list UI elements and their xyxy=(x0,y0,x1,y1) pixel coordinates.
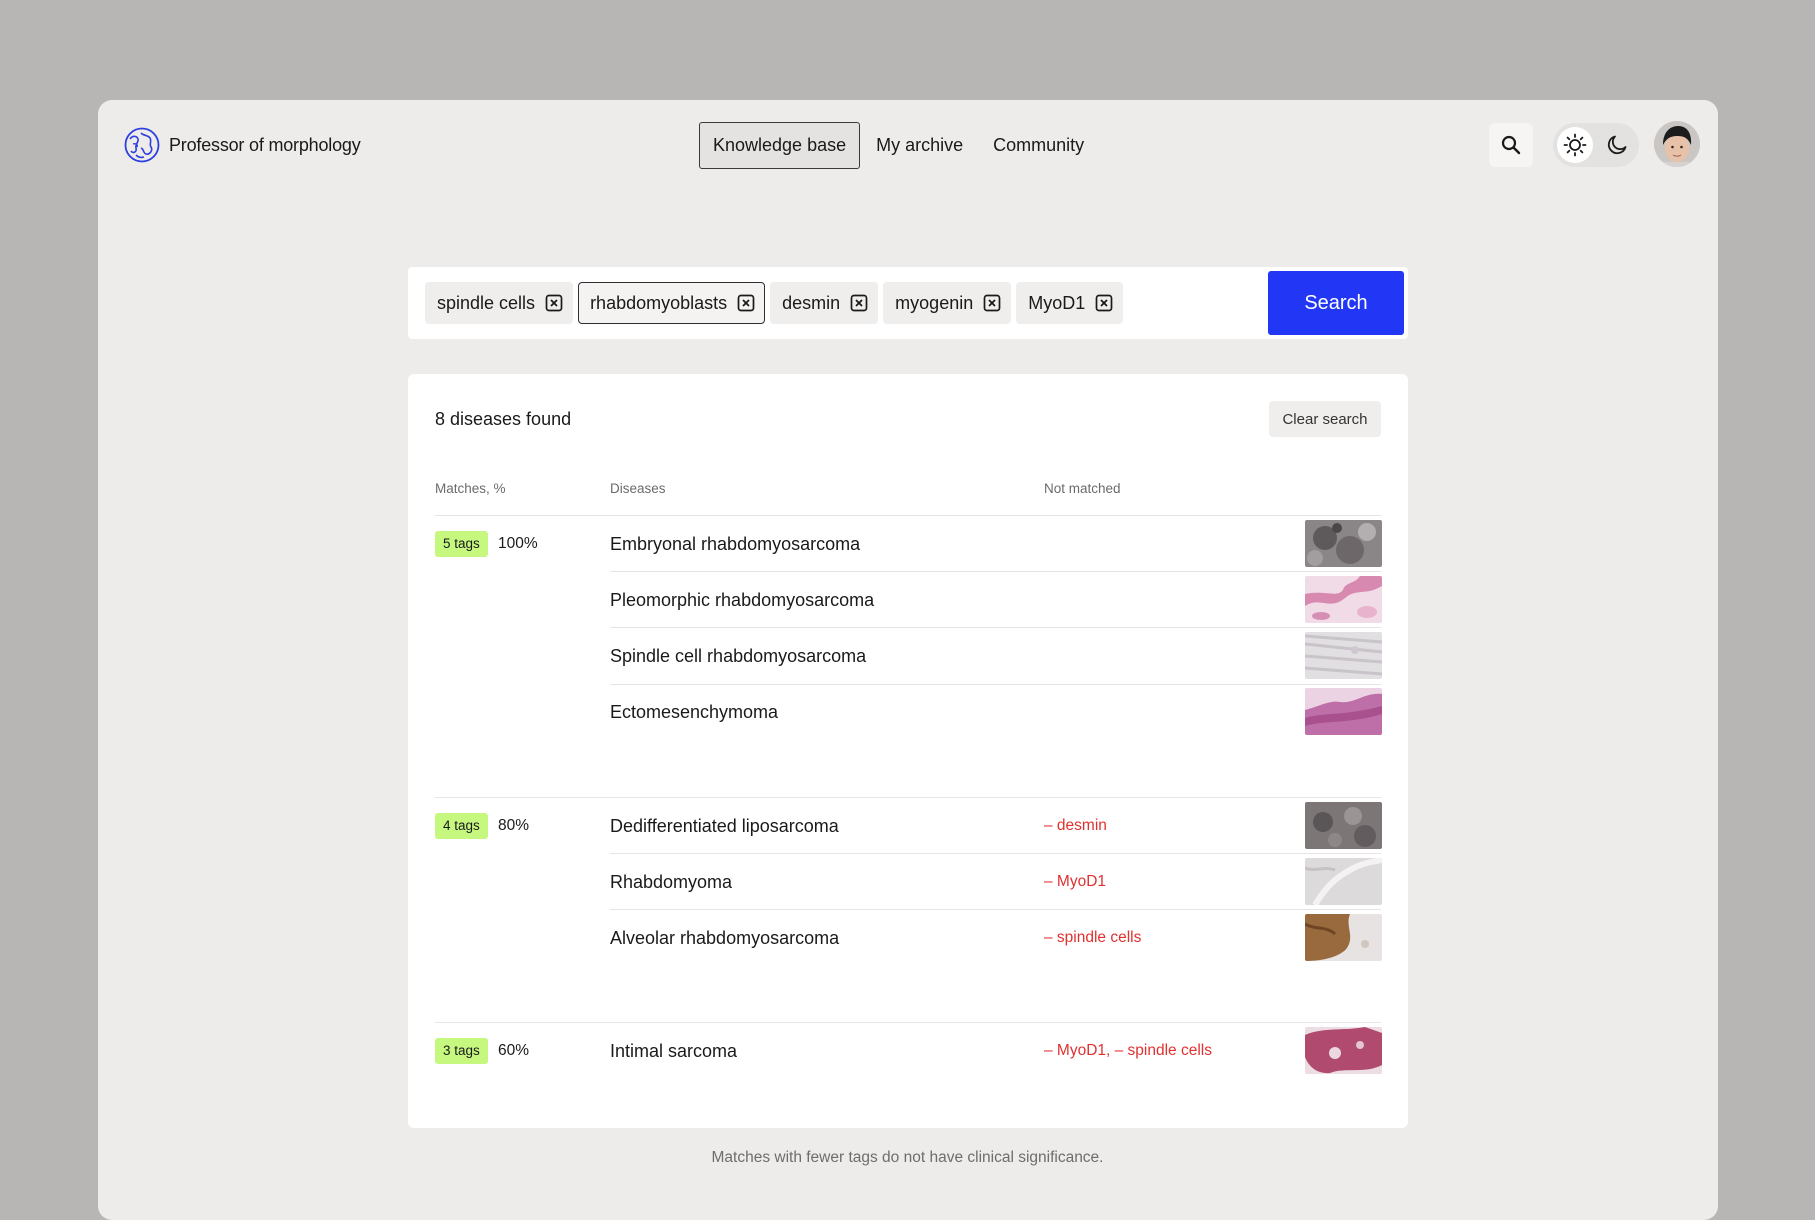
search-tag[interactable]: desmin xyxy=(770,282,879,324)
globe-logo-icon xyxy=(124,127,160,163)
divider xyxy=(610,627,1381,628)
divider xyxy=(610,571,1381,572)
divider xyxy=(435,797,1381,798)
close-box-icon[interactable] xyxy=(983,294,1001,312)
main-nav: Knowledge base My archive Community xyxy=(699,122,1100,169)
tag-search-bar[interactable]: spindle cells rhabdomyoblasts desmin myo… xyxy=(408,267,1408,339)
light-theme-button[interactable] xyxy=(1557,127,1593,163)
app-window: Professor of morphology Knowledge base M… xyxy=(98,100,1718,1220)
search-tag[interactable]: spindle cells xyxy=(425,282,574,324)
histology-thumbnail[interactable] xyxy=(1305,914,1382,961)
histology-thumbnail[interactable] xyxy=(1305,632,1382,679)
dark-theme-button[interactable] xyxy=(1599,127,1635,163)
avatar-image xyxy=(1654,121,1700,167)
divider xyxy=(610,909,1381,910)
search-tag-active[interactable]: rhabdomyoblasts xyxy=(578,282,766,324)
histology-thumbnail[interactable] xyxy=(1305,1027,1382,1074)
tag-label: desmin xyxy=(782,292,841,313)
app-title: Professor of morphology xyxy=(169,134,361,155)
footer-note: Matches with fewer tags do not have clin… xyxy=(711,1149,1104,1166)
disease-link[interactable]: Alveolar rhabdomyosarcoma xyxy=(610,928,839,949)
tag-label: myogenin xyxy=(895,292,974,313)
histology-thumbnail[interactable] xyxy=(1305,688,1382,735)
divider xyxy=(435,1022,1381,1023)
moon-icon xyxy=(1607,135,1627,155)
close-box-icon[interactable] xyxy=(850,294,868,312)
not-matched-tags: – MyoD1 xyxy=(1044,873,1107,890)
user-avatar[interactable] xyxy=(1654,121,1700,167)
disease-link[interactable]: Spindle cell rhabdomyosarcoma xyxy=(610,646,866,667)
search-tags: spindle cells rhabdomyoblasts desmin myo… xyxy=(425,282,1128,324)
disease-link[interactable]: Ectomesenchymoma xyxy=(610,702,778,723)
close-box-icon[interactable] xyxy=(737,294,755,312)
search-tag[interactable]: myogenin xyxy=(883,282,1012,324)
tag-label: spindle cells xyxy=(437,292,536,313)
histology-thumbnail[interactable] xyxy=(1305,520,1382,567)
divider xyxy=(435,515,1381,516)
not-matched-tags: – spindle cells xyxy=(1044,929,1142,946)
close-box-icon[interactable] xyxy=(545,294,563,312)
match-percent: 80% xyxy=(498,817,530,834)
column-header-diseases: Diseases xyxy=(610,481,666,496)
results-panel: 8 diseases found Clear search Matches, %… xyxy=(408,374,1408,1128)
tag-label: rhabdomyoblasts xyxy=(590,292,728,313)
histology-thumbnail[interactable] xyxy=(1305,576,1382,623)
histology-thumbnail[interactable] xyxy=(1305,858,1382,905)
close-box-icon[interactable] xyxy=(1095,294,1113,312)
divider xyxy=(610,684,1381,685)
clear-search-button[interactable]: Clear search xyxy=(1269,401,1381,437)
sun-icon xyxy=(1563,133,1587,157)
tag-label: MyoD1 xyxy=(1028,292,1086,313)
results-count: 8 diseases found xyxy=(435,409,572,429)
tags-badge: 3 tags xyxy=(435,1038,488,1064)
histology-thumbnail[interactable] xyxy=(1305,802,1382,849)
theme-toggle[interactable] xyxy=(1553,123,1639,167)
disease-link[interactable]: Intimal sarcoma xyxy=(610,1041,737,1062)
tags-badge: 4 tags xyxy=(435,813,488,839)
search-tag[interactable]: MyoD1 xyxy=(1016,282,1124,324)
column-header-not-matched: Not matched xyxy=(1044,481,1121,496)
disease-link[interactable]: Pleomorphic rhabdomyosarcoma xyxy=(610,590,874,611)
header-search-button[interactable] xyxy=(1489,123,1533,167)
disease-link[interactable]: Rhabdomyoma xyxy=(610,872,732,893)
match-percent: 60% xyxy=(498,1042,530,1059)
disease-link[interactable]: Embryonal rhabdomyosarcoma xyxy=(610,534,860,555)
brand[interactable]: Professor of morphology xyxy=(124,127,361,163)
nav-my-archive[interactable]: My archive xyxy=(862,122,977,169)
nav-community[interactable]: Community xyxy=(979,122,1098,169)
nav-knowledge-base[interactable]: Knowledge base xyxy=(699,122,861,169)
divider xyxy=(610,853,1381,854)
not-matched-tags: – MyoD1, – spindle cells xyxy=(1044,1042,1212,1059)
not-matched-tags: – desmin xyxy=(1044,817,1107,834)
tags-badge: 5 tags xyxy=(435,531,488,557)
match-percent: 100% xyxy=(498,535,538,552)
disease-link[interactable]: Dedifferentiated liposarcoma xyxy=(610,816,839,837)
column-header-matches: Matches, % xyxy=(435,481,506,496)
search-icon xyxy=(1501,135,1521,155)
search-button[interactable]: Search xyxy=(1268,271,1404,335)
